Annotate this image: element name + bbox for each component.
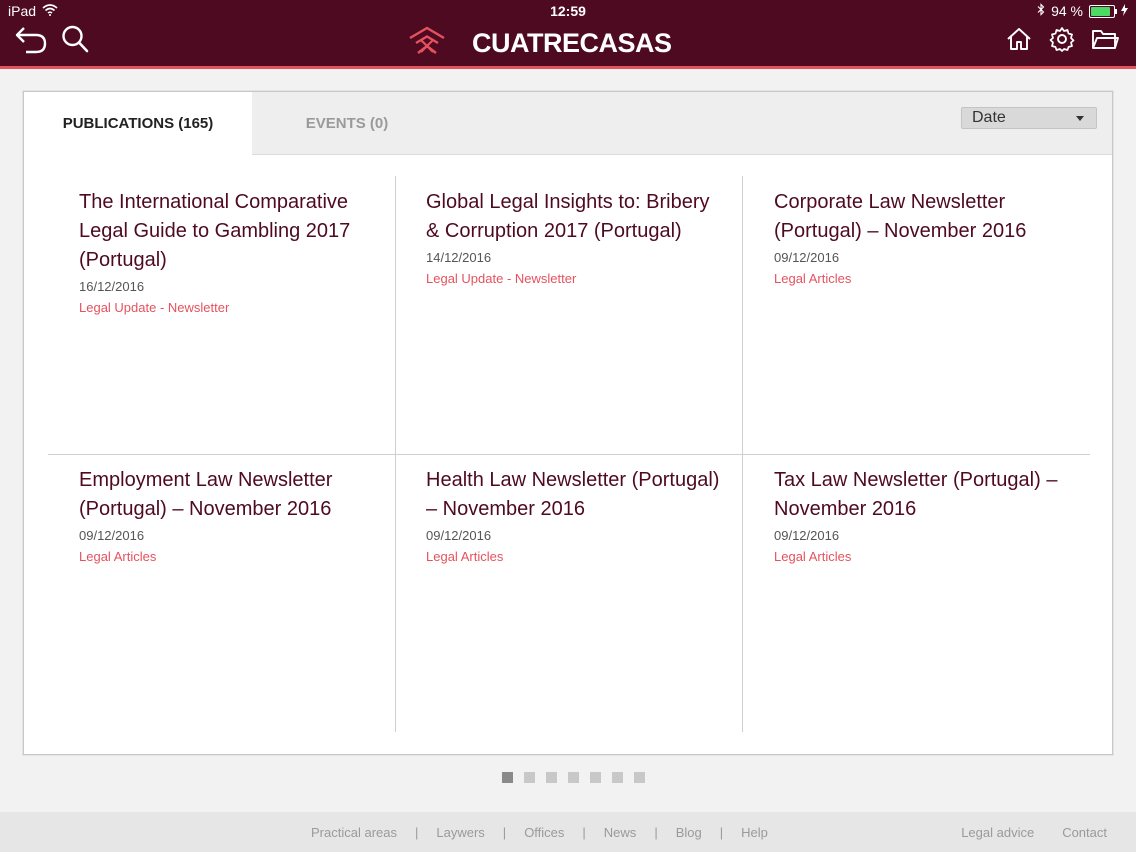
page-dot[interactable]	[546, 772, 557, 783]
footer-separator: |	[654, 825, 658, 840]
back-button[interactable]	[14, 24, 48, 58]
footer-link-blog[interactable]: Blog	[676, 825, 702, 840]
page-dot[interactable]	[612, 772, 623, 783]
footer-separator: |	[414, 825, 419, 840]
footer-link-contact[interactable]: Contact	[1062, 825, 1107, 840]
page-dot[interactable]	[502, 772, 513, 783]
footer-separator: |	[719, 825, 724, 840]
publication-title: Employment Law Newsletter (Portugal) – N…	[79, 469, 333, 520]
tab-bar: PUBLICATIONS (165) EVENTS (0) Date	[24, 92, 1112, 155]
publication-date: 09/12/2016	[426, 528, 492, 543]
page-dot[interactable]	[634, 772, 645, 783]
pagination-dots	[502, 772, 645, 783]
publication-title: Global Legal Insights to: Bribery & Corr…	[426, 191, 710, 242]
publication-date: 09/12/2016	[774, 528, 840, 543]
publication-card[interactable]: Health Law Newsletter (Portugal) – Novem…	[426, 466, 726, 564]
footer-link-help[interactable]: Help	[741, 825, 768, 840]
publication-title: Corporate Law Newsletter (Portugal) – No…	[774, 191, 1027, 242]
bluetooth-icon	[1037, 3, 1045, 19]
search-icon	[60, 24, 90, 59]
publication-card[interactable]: Global Legal Insights to: Bribery & Corr…	[426, 188, 726, 286]
publication-category[interactable]: Legal Update - Newsletter	[426, 271, 726, 286]
publication-title: Tax Law Newsletter (Portugal) – November…	[774, 469, 1058, 520]
chevron-down-icon	[1076, 116, 1084, 121]
footer-links: Practical areas | Laywers | Offices | Ne…	[311, 825, 768, 840]
grid-divider	[48, 454, 1090, 455]
publication-date: 09/12/2016	[774, 250, 840, 265]
gear-icon	[1049, 26, 1075, 57]
page-dot[interactable]	[524, 772, 535, 783]
footer-link-news[interactable]: News	[604, 825, 637, 840]
cuatrecasas-logo-icon	[408, 26, 446, 61]
publication-date: 09/12/2016	[79, 528, 145, 543]
home-button[interactable]	[1002, 24, 1036, 58]
folder-icon	[1091, 27, 1119, 56]
home-icon	[1006, 27, 1032, 56]
brand-name: CUATRECASAS	[472, 28, 672, 58]
publication-date: 16/12/2016	[79, 279, 145, 294]
tab-publications[interactable]: PUBLICATIONS (165)	[24, 92, 252, 155]
settings-button[interactable]	[1045, 24, 1079, 58]
sort-dropdown[interactable]: Date	[961, 107, 1097, 129]
footer-separator: |	[582, 825, 586, 840]
publications-panel: PUBLICATIONS (165) EVENTS (0) Date The I…	[23, 91, 1113, 755]
publication-category[interactable]: Legal Articles	[774, 549, 1074, 564]
publication-title: The International Comparative Legal Guid…	[79, 191, 351, 271]
publication-category[interactable]: Legal Update - Newsletter	[79, 300, 379, 315]
publications-grid: The International Comparative Legal Guid…	[48, 176, 1090, 732]
footer-link-lawyers[interactable]: Laywers	[436, 825, 484, 840]
publication-card[interactable]: Tax Law Newsletter (Portugal) – November…	[774, 466, 1074, 564]
search-button[interactable]	[58, 24, 92, 58]
battery-percent: 94 %	[1051, 3, 1083, 19]
footer-link-legal-advice[interactable]: Legal advice	[961, 825, 1034, 840]
publication-category[interactable]: Legal Articles	[79, 549, 379, 564]
top-bar: iPad 12:59 94 % CUATRECASAS	[0, 0, 1136, 69]
publication-category[interactable]: Legal Articles	[774, 271, 1074, 286]
clock: 12:59	[550, 3, 586, 19]
footer-link-offices[interactable]: Offices	[524, 825, 564, 840]
publication-category[interactable]: Legal Articles	[426, 549, 726, 564]
back-arrow-icon	[14, 24, 48, 59]
publication-card[interactable]: The International Comparative Legal Guid…	[79, 188, 379, 315]
publication-card[interactable]: Corporate Law Newsletter (Portugal) – No…	[774, 188, 1074, 286]
footer-separator: |	[502, 825, 507, 840]
footer-right-links: Legal advice Contact	[961, 825, 1107, 840]
footer-link-practical-areas[interactable]: Practical areas	[311, 825, 397, 840]
folder-button[interactable]	[1088, 24, 1122, 58]
tab-events[interactable]: EVENTS (0)	[252, 92, 442, 154]
sort-selected-value: Date	[972, 109, 1006, 126]
publication-date: 14/12/2016	[426, 250, 492, 265]
status-bar: iPad 12:59 94 %	[0, 0, 1136, 22]
publication-title: Health Law Newsletter (Portugal) – Novem…	[426, 469, 720, 520]
brand-logo: CUATRECASAS	[408, 26, 672, 61]
publication-card[interactable]: Employment Law Newsletter (Portugal) – N…	[79, 466, 379, 564]
page-dot[interactable]	[590, 772, 601, 783]
footer: Practical areas | Laywers | Offices | Ne…	[0, 812, 1136, 852]
battery-icon	[1089, 4, 1117, 18]
charging-icon	[1121, 3, 1128, 19]
page-dot[interactable]	[568, 772, 579, 783]
